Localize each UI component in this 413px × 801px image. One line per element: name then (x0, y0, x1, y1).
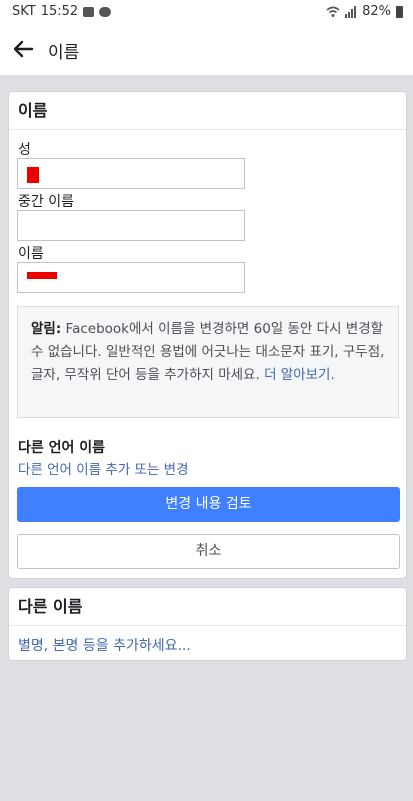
wifi-icon (326, 6, 340, 17)
other-names-header: 다른 이름 (9, 588, 406, 626)
time-label: 15:52 (40, 4, 79, 19)
notice-box: 알림: Facebook에서 이름을 변경하면 60일 동안 다시 변경할 수 … (17, 306, 399, 418)
review-changes-button[interactable]: 변경 내용 검토 (17, 487, 400, 522)
add-nickname-link[interactable]: 별명, 본명 등을 추가하세요... (9, 626, 406, 655)
app-bar: 이름 (0, 24, 413, 76)
battery-icon (396, 5, 403, 18)
middle-name-label: 중간 이름 (18, 194, 74, 210)
redaction-mark (27, 167, 39, 183)
image-icon (83, 6, 95, 17)
carrier-label: SKT (12, 4, 36, 19)
arrow-left-icon[interactable] (11, 37, 35, 61)
last-name-label: 성 (18, 142, 31, 158)
status-bar: SKT 15:52 82% (0, 0, 413, 24)
other-names-card: 다른 이름 별명, 본명 등을 추가하세요... (8, 587, 407, 661)
learn-more-link[interactable]: 더 알아보기. (264, 367, 335, 383)
other-language-title: 다른 언어 이름 (18, 440, 106, 456)
battery-percentage: 82% (362, 4, 391, 19)
first-name-label: 이름 (18, 246, 44, 262)
other-language-link[interactable]: 다른 언어 이름 추가 또는 변경 (18, 458, 189, 478)
signal-icon (345, 5, 357, 18)
first-name-input[interactable] (17, 262, 245, 293)
last-name-input[interactable] (17, 158, 245, 189)
cancel-button[interactable]: 취소 (17, 534, 400, 569)
middle-name-input[interactable] (17, 210, 245, 241)
name-card-header: 이름 (9, 92, 406, 130)
name-card: 이름 성 중간 이름 이름 알림: Facebook에서 이름을 변경하면 60… (8, 91, 407, 579)
page-title: 이름 (48, 43, 80, 63)
redaction-mark (27, 272, 57, 279)
notice-label: 알림: (31, 321, 62, 337)
chat-icon (99, 6, 112, 17)
